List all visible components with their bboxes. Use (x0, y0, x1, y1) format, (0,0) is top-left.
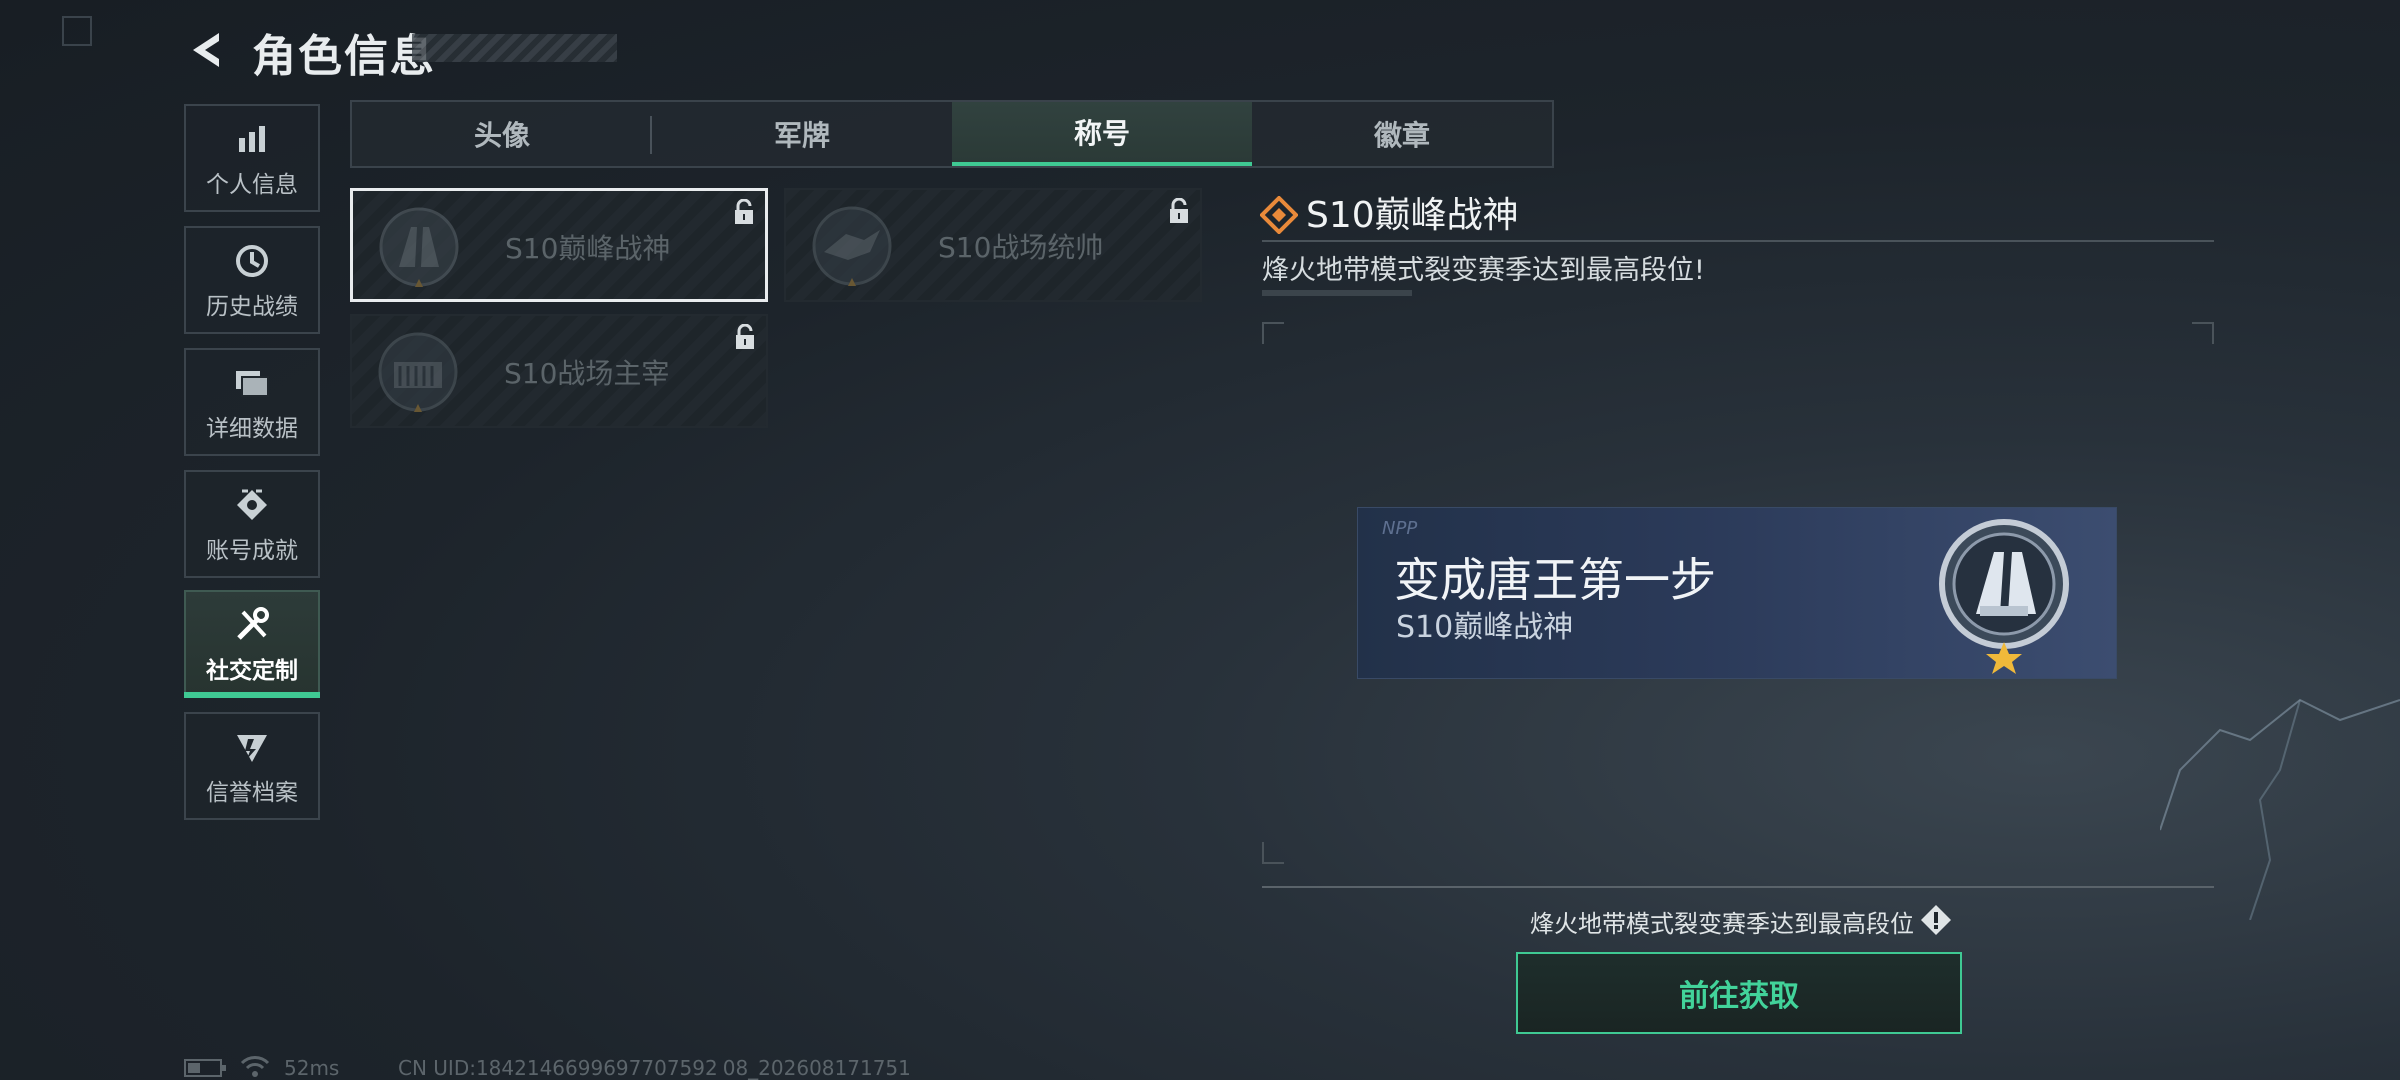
reputation-icon (234, 725, 270, 769)
title-name: S10战场统帅 (938, 231, 1104, 264)
wifi-icon (240, 1056, 270, 1077)
tab-badge[interactable]: 徽章 (1252, 102, 1552, 166)
diamond-icon (1260, 196, 1298, 234)
title-card-battlefield-commander[interactable]: S10战场统帅 (784, 188, 1202, 302)
back-button[interactable] (182, 26, 230, 74)
page-title: 角色信息 (252, 31, 436, 82)
achievement-icon (234, 483, 270, 527)
folder-icon (233, 361, 271, 405)
preview-frame-corner (2192, 322, 2214, 344)
uid-readout: CN UID:1842146699697707592 08_2026081717… (398, 1056, 911, 1080)
banner-main-text: 变成唐王第一步 (1394, 553, 1716, 607)
sidebar-item-detail-data[interactable]: 详细数据 (184, 348, 320, 456)
emblem-icon (378, 332, 458, 412)
sidebar-item-achievements[interactable]: 账号成就 (184, 470, 320, 578)
preview-frame-corner (1262, 842, 1284, 864)
lock-icon (735, 199, 753, 224)
emblem-icon (812, 206, 892, 286)
tab-bar: 头像 军牌 称号 徽章 (350, 100, 1554, 168)
ping-readout: 52ms (284, 1056, 340, 1080)
title-name: S10战场主宰 (504, 357, 670, 390)
sidebar-item-social-custom[interactable]: 社交定制 (184, 590, 320, 698)
sidebar-item-label: 详细数据 (206, 416, 298, 442)
sidebar-item-personal-info[interactable]: 个人信息 (184, 104, 320, 212)
lightning-decoration (2160, 698, 2400, 920)
requirement-text: 烽火地带模式裂变赛季达到最高段位 (1530, 910, 1914, 938)
preview-frame-corner (1262, 322, 1284, 344)
sidebar-item-label: 信誉档案 (206, 780, 298, 806)
sidebar-item-reputation[interactable]: 信誉档案 (184, 712, 320, 820)
info-icon[interactable] (1920, 904, 1952, 936)
battery-icon (184, 1059, 226, 1077)
divider (1262, 240, 2214, 242)
sidebar-item-history[interactable]: 历史战绩 (184, 226, 320, 334)
clock-icon (234, 239, 270, 283)
sidebar-item-label: 历史战绩 (206, 294, 298, 320)
detail-title: S10巅峰战神 (1306, 195, 1519, 236)
active-indicator (184, 692, 320, 698)
tools-icon (233, 603, 271, 647)
divider (1262, 886, 2214, 888)
bar-chart-icon (235, 117, 269, 161)
emblem-icon (1939, 519, 2069, 674)
corner-marker (62, 16, 92, 46)
title-name: S10巅峰战神 (505, 232, 671, 265)
sidebar-item-label: 账号成就 (206, 538, 298, 564)
banner-tag: NPP (1382, 518, 1418, 539)
tab-avatar[interactable]: 头像 (352, 102, 652, 166)
go-obtain-button[interactable]: 前往获取 (1516, 952, 1962, 1034)
back-arrow-icon (193, 33, 219, 67)
tab-title[interactable]: 称号 (952, 102, 1252, 166)
divider (1262, 290, 1412, 296)
banner-sub-text: S10巅峰战神 (1396, 610, 1574, 645)
sidebar-item-label: 社交定制 (206, 658, 298, 684)
lock-icon (736, 324, 754, 349)
title-decoration (412, 34, 617, 62)
title-card-peak-warrior[interactable]: S10巅峰战神 (350, 188, 768, 302)
title-card-battlefield-dominator[interactable]: S10战场主宰 (350, 314, 768, 428)
emblem-icon (379, 207, 459, 287)
detail-description: 烽火地带模式裂变赛季达到最高段位! (1262, 255, 1705, 286)
sidebar-item-label: 个人信息 (206, 172, 298, 198)
lock-icon (1170, 198, 1188, 223)
tab-military-tag[interactable]: 军牌 (652, 102, 952, 166)
